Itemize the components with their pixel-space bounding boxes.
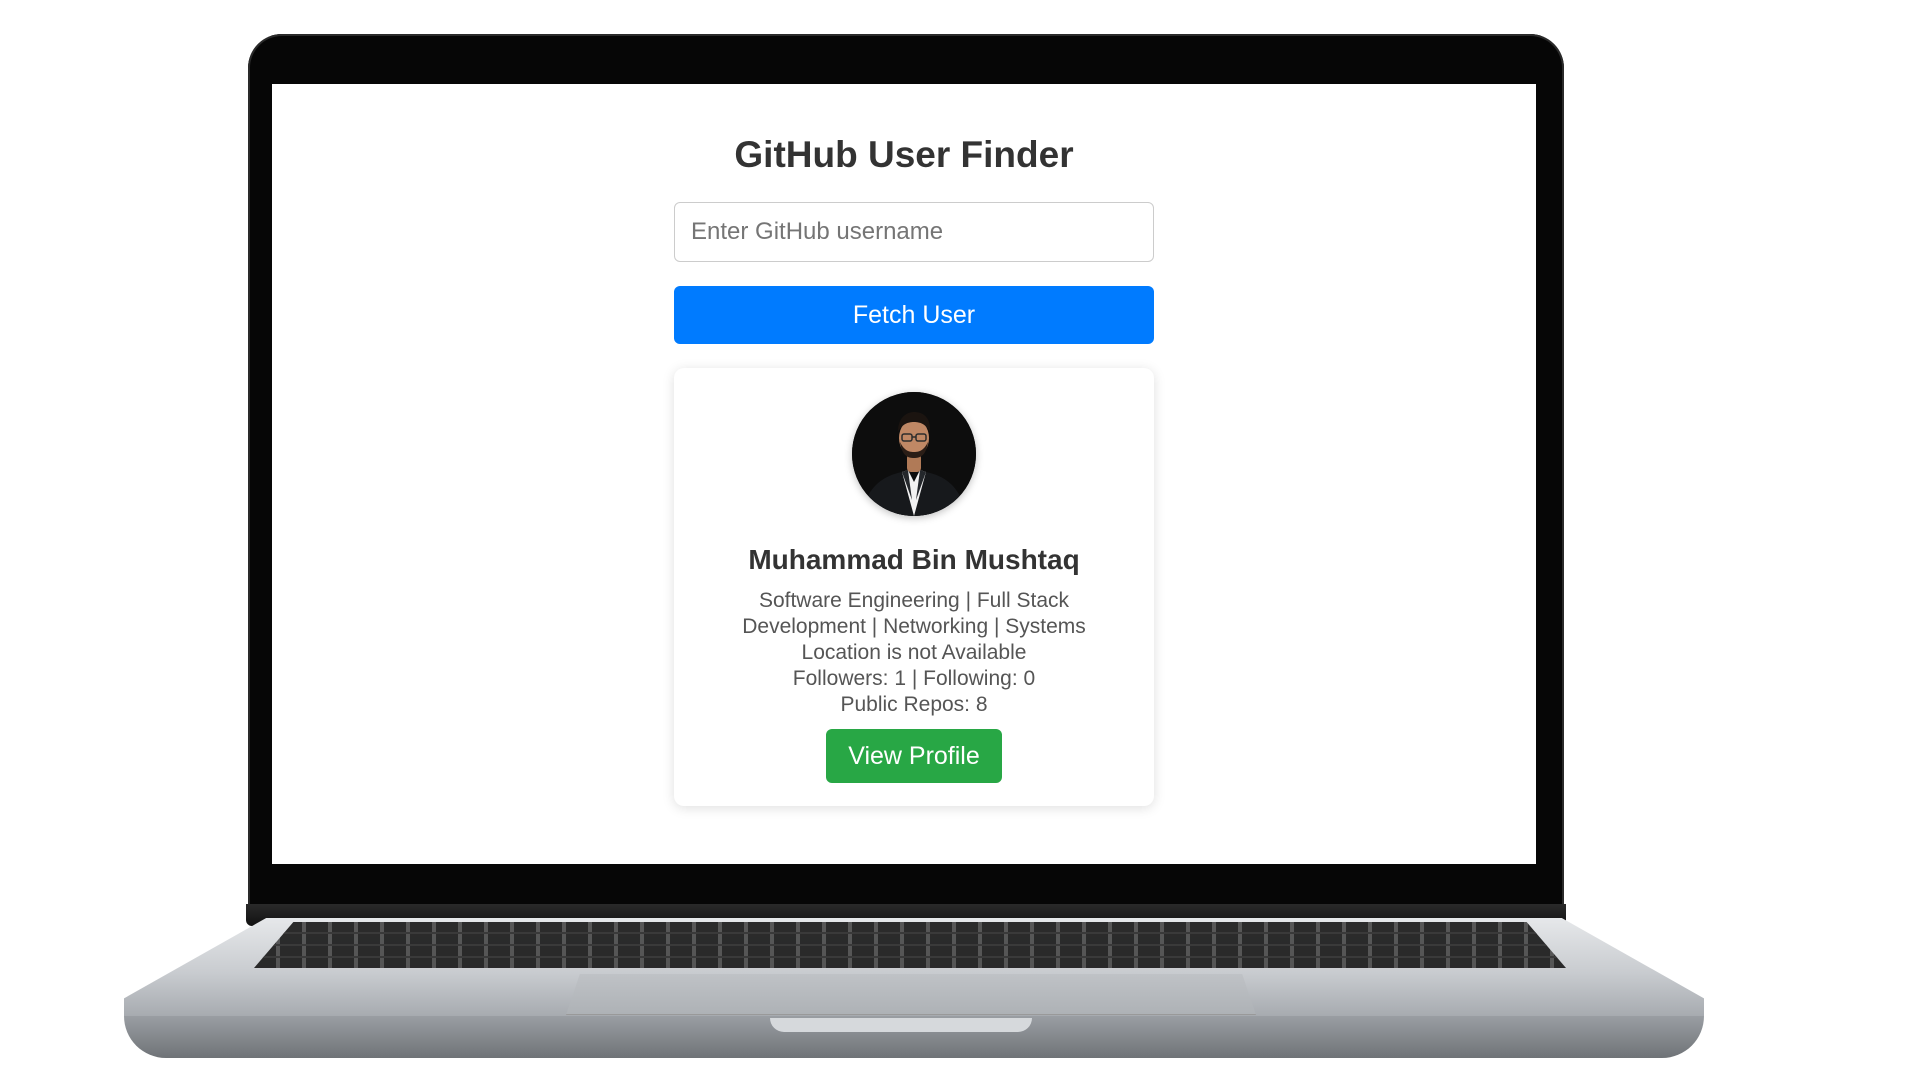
- user-profile-card: Muhammad Bin Mushtaq Software Engineerin…: [674, 368, 1154, 806]
- laptop-screen: GitHub User Finder Fetch User: [272, 84, 1536, 864]
- user-full-name: Muhammad Bin Mushtaq: [748, 544, 1080, 575]
- user-public-repos: Public Repos: 8: [840, 693, 988, 716]
- fetch-user-button[interactable]: Fetch User: [674, 286, 1154, 344]
- github-user-finder-app: GitHub User Finder Fetch User: [272, 84, 1536, 864]
- laptop-trackpad: [566, 974, 1256, 1015]
- view-profile-button[interactable]: View Profile: [826, 729, 1002, 783]
- laptop-mockup: GitHub User Finder Fetch User: [0, 0, 1920, 1080]
- page-title: GitHub User Finder: [734, 134, 1074, 175]
- keyboard-rows: [254, 922, 1566, 968]
- username-search-input[interactable]: [674, 202, 1154, 262]
- user-avatar-photo: [852, 392, 976, 516]
- user-bio: Software Engineering | Full Stack Develo…: [742, 589, 1086, 638]
- avatar-portrait-icon: [852, 392, 976, 516]
- laptop-notch: [770, 1018, 1032, 1032]
- user-follow-stats: Followers: 1 | Following: 0: [792, 667, 1036, 690]
- user-location: Location is not Available: [801, 641, 1027, 664]
